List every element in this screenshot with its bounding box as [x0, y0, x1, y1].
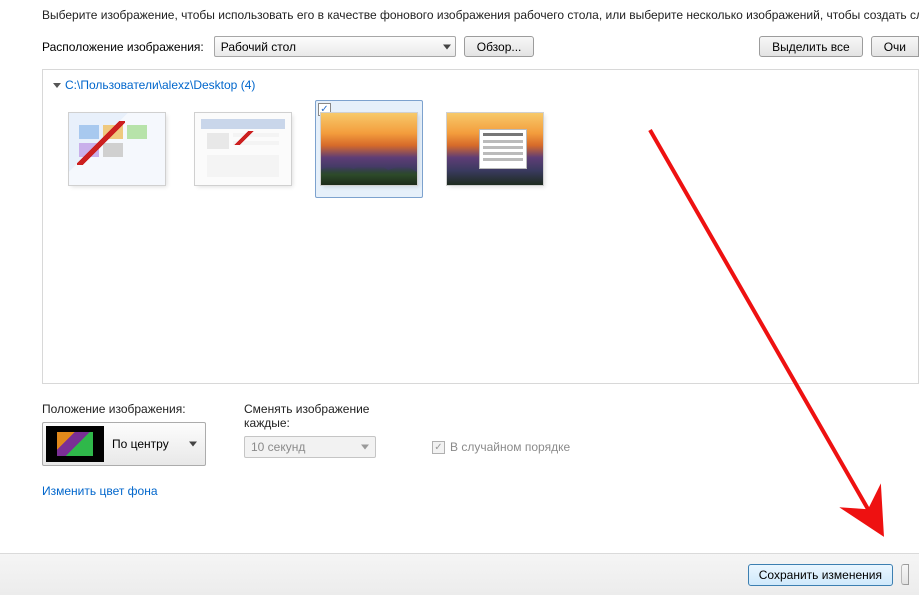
thumbnail-image [69, 113, 165, 185]
position-combo[interactable]: По центру [42, 422, 206, 466]
browse-button[interactable]: Обзор... [464, 36, 535, 57]
cancel-button-truncated[interactable] [901, 564, 909, 585]
save-label: Сохранить изменения [759, 568, 882, 582]
location-combo[interactable]: Рабочий стол [214, 36, 456, 57]
change-bg-color-link[interactable]: Изменить цвет фона [42, 484, 158, 498]
chevron-down-icon [443, 44, 451, 49]
save-button[interactable]: Сохранить изменения [748, 564, 893, 586]
position-label: Положение изображения: [42, 402, 206, 416]
gallery-path-row[interactable]: C:\Пользователи\alexz\Desktop (4) [53, 78, 908, 92]
interval-value: 10 секунд [251, 440, 305, 454]
thumbnail[interactable]: ✓ [315, 100, 423, 198]
select-all-label: Выделить все [772, 40, 850, 54]
clear-label: Очи [884, 40, 906, 54]
interval-label: Сменять изображение каждые: [244, 402, 394, 430]
position-group: Положение изображения: По центру [42, 402, 206, 466]
browse-label: Обзор... [477, 40, 522, 54]
random-label: В случайном порядке [450, 440, 570, 454]
interval-combo: 10 секунд [244, 436, 376, 458]
thumbnail-image [195, 113, 291, 185]
thumbnail[interactable] [189, 100, 297, 198]
location-row: Расположение изображения: Рабочий стол О… [42, 36, 919, 57]
location-value: Рабочий стол [221, 40, 296, 54]
interval-group: Сменять изображение каждые: 10 секунд [244, 402, 394, 466]
thumbnail-image [321, 113, 417, 185]
gallery-path: C:\Пользователи\alexz\Desktop (4) [65, 78, 255, 92]
random-checkbox: ✓ [432, 441, 445, 454]
thumbnail-image [447, 113, 543, 185]
chevron-down-icon [361, 445, 369, 450]
random-checkbox-row: ✓ В случайном порядке [432, 428, 570, 466]
clear-button[interactable]: Очи [871, 36, 919, 57]
triangle-down-icon [53, 83, 61, 88]
position-preview [46, 426, 104, 462]
thumbnail[interactable] [441, 100, 549, 198]
footer: Сохранить изменения [0, 553, 919, 595]
image-gallery: C:\Пользователи\alexz\Desktop (4) ✓ [42, 69, 919, 384]
instruction-text: Выберите изображение, чтобы использовать… [42, 8, 919, 22]
position-value: По центру [112, 437, 169, 451]
select-all-button[interactable]: Выделить все [759, 36, 863, 57]
location-label: Расположение изображения: [42, 40, 204, 54]
thumbnail[interactable] [63, 100, 171, 198]
chevron-down-icon [189, 442, 197, 447]
